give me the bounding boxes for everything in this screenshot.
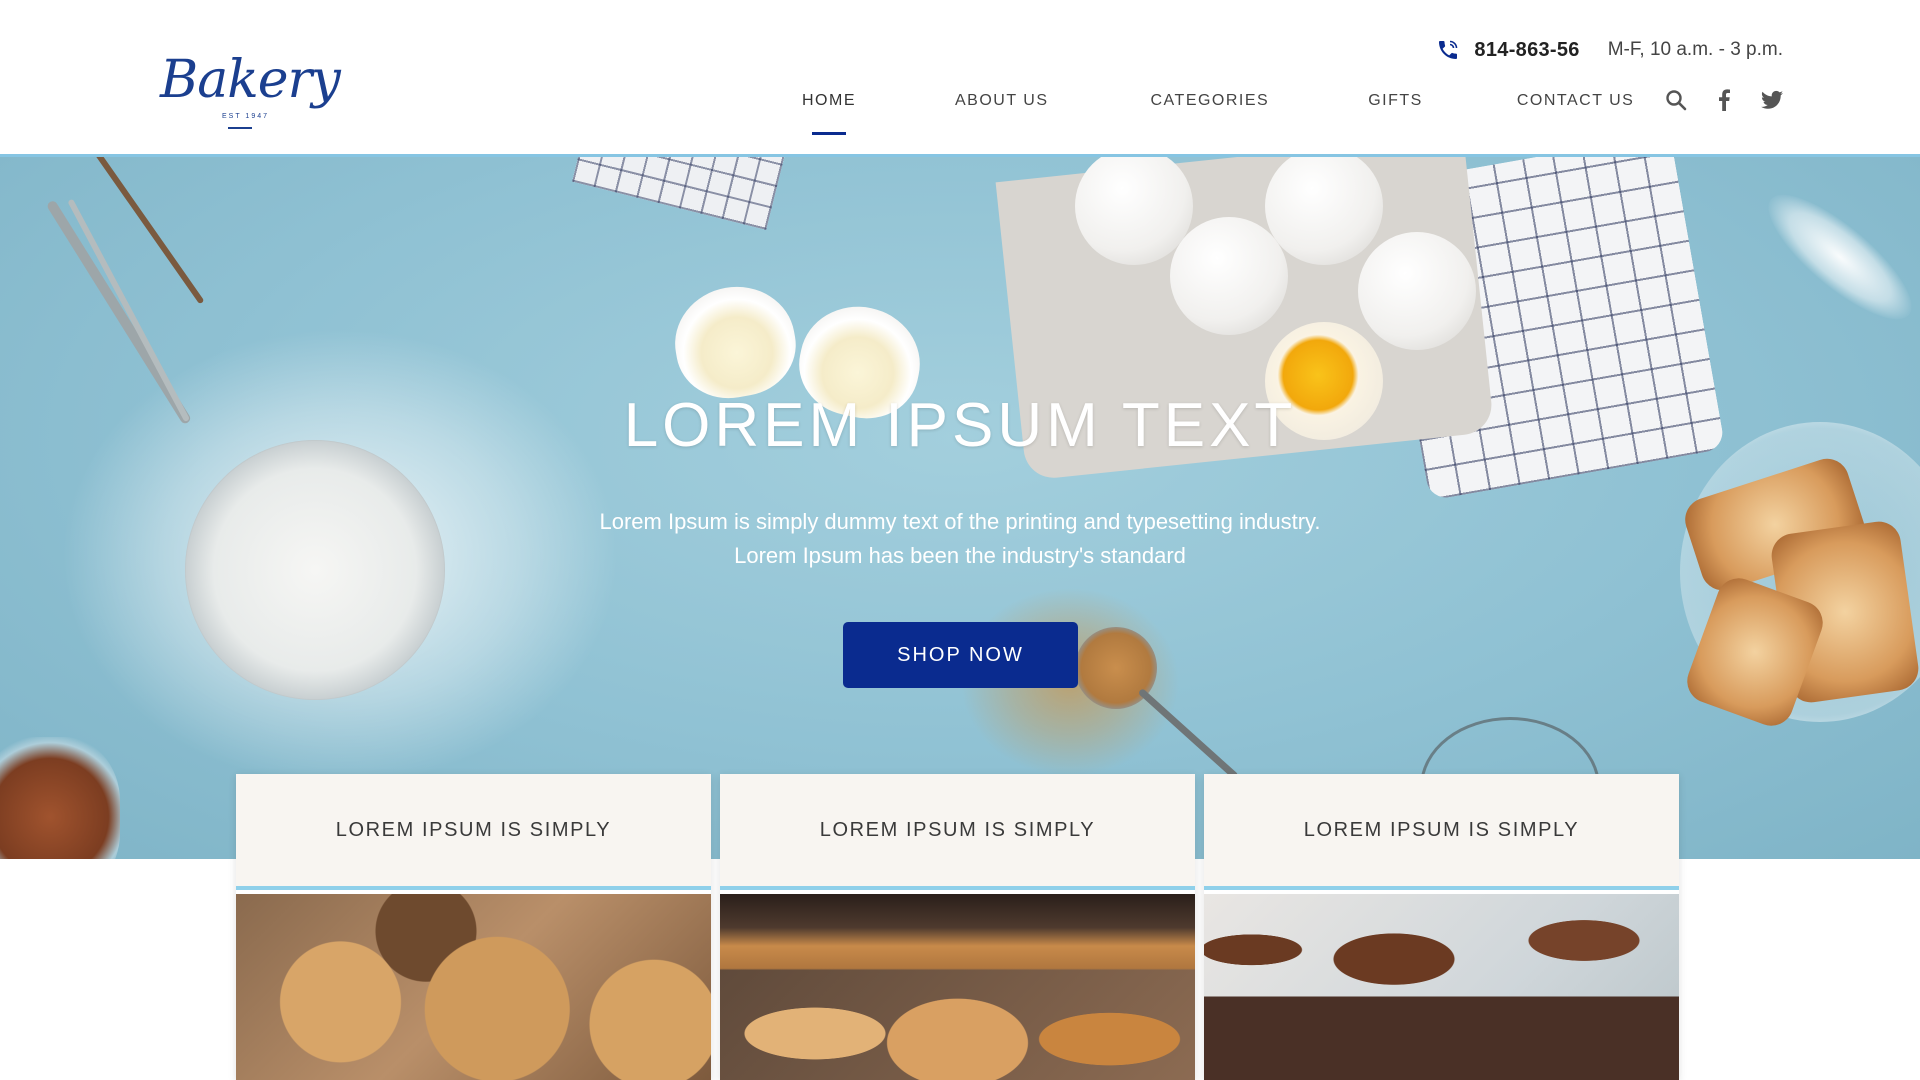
main-nav: HOME ABOUT US CATEGORIES GIFTS CONTACT U…: [800, 88, 1636, 114]
header-icons: [1664, 88, 1784, 112]
category-card-cupcakes[interactable]: LOREM IPSUM IS SIMPLY: [1204, 774, 1679, 1080]
egg-image: [1170, 217, 1288, 335]
towel-corner-image: [572, 157, 788, 230]
hero-subtitle: Lorem Ipsum is simply dummy text of the …: [0, 505, 1920, 573]
bakery-logo[interactable]: Bakery EST 1947: [160, 50, 341, 146]
search-icon[interactable]: [1664, 88, 1688, 112]
nav-contact-us[interactable]: CONTACT US: [1515, 92, 1637, 110]
category-cards: LOREM IPSUM IS SIMPLY LOREM IPSUM IS SIM…: [236, 774, 1680, 1080]
card-header: LOREM IPSUM IS SIMPLY: [236, 774, 711, 890]
shop-now-button[interactable]: SHOP NOW: [843, 622, 1078, 688]
facebook-icon[interactable]: [1712, 88, 1736, 112]
eggshell-image: [666, 277, 804, 407]
category-card-pastries[interactable]: LOREM IPSUM IS SIMPLY: [720, 774, 1195, 1080]
nav-categories[interactable]: CATEGORIES: [1149, 92, 1272, 110]
cinnamon-jar-image: [0, 737, 120, 859]
card-header: LOREM IPSUM IS SIMPLY: [720, 774, 1195, 890]
nav-gifts[interactable]: GIFTS: [1366, 92, 1425, 110]
feather-image: [1751, 176, 1920, 338]
hero-subtitle-line-1: Lorem Ipsum is simply dummy text of the …: [599, 509, 1321, 534]
sieve-handle-group: [0, 157, 193, 426]
hero-banner: LOREM IPSUM TEXT Lorem Ipsum is simply d…: [0, 157, 1920, 859]
nav-home[interactable]: HOME: [800, 92, 858, 110]
egg-image: [1358, 232, 1476, 350]
logo-tagline: EST 1947: [222, 113, 270, 120]
card-header: LOREM IPSUM IS SIMPLY: [1204, 774, 1679, 890]
logo-wordmark: Bakery: [160, 50, 341, 110]
phone-number[interactable]: 814-863-56: [1474, 39, 1579, 62]
category-card-cookies[interactable]: LOREM IPSUM IS SIMPLY: [236, 774, 711, 1080]
branch-image: [90, 157, 205, 305]
site-header: Bakery EST 1947 814-863-56 M-F, 10 a.m. …: [0, 0, 1920, 157]
phone-icon: [1436, 38, 1460, 62]
pastries-image: [720, 894, 1195, 1080]
card-title: LOREM IPSUM IS SIMPLY: [1303, 818, 1580, 841]
sieve-handle-wire: [67, 198, 191, 423]
business-hours: M-F, 10 a.m. - 3 p.m.: [1607, 39, 1783, 60]
cupcakes-image: [1204, 894, 1679, 1080]
logo-underline: [228, 127, 252, 129]
card-title: LOREM IPSUM IS SIMPLY: [335, 818, 612, 841]
card-title: LOREM IPSUM IS SIMPLY: [819, 818, 1096, 841]
hero-title: LOREM IPSUM TEXT: [623, 391, 1297, 460]
twitter-icon[interactable]: [1760, 88, 1784, 112]
cookies-image: [236, 894, 711, 1080]
nav-about-us[interactable]: ABOUT US: [953, 92, 1051, 110]
contact-info: 814-863-56 M-F, 10 a.m. - 3 p.m.: [1436, 36, 1783, 64]
hero-subtitle-line-2: Lorem Ipsum has been the industry's stan…: [734, 543, 1186, 568]
